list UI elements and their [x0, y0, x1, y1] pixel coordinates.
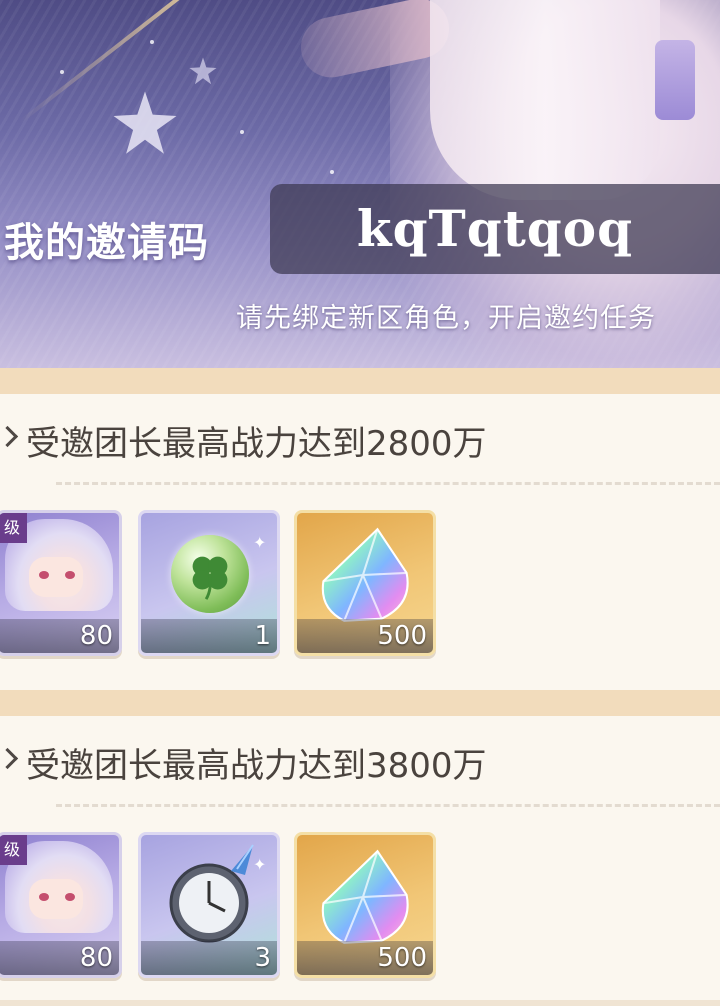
task-card: 受邀团长最高战力达到2800万 级 80 ✦ 1 500	[0, 368, 720, 704]
invite-code-label: 我的邀请码	[4, 220, 209, 266]
star-dot	[150, 40, 154, 44]
reward-item-watch[interactable]: ✦ 3	[138, 832, 280, 978]
reward-list: 级 80 ✦ 3 500	[0, 832, 720, 978]
star-icon	[113, 91, 177, 154]
reward-quantity: 3	[254, 943, 271, 973]
reward-quantity: 80	[79, 621, 113, 651]
character-face	[29, 879, 83, 919]
reward-list: 级 80 ✦ 1 500	[0, 510, 720, 656]
character-eye	[39, 571, 49, 579]
star-dot	[60, 70, 64, 74]
chevron-right-icon	[0, 747, 19, 770]
rainbow-crystal-icon	[321, 527, 409, 622]
reward-item-clover[interactable]: ✦ 1	[138, 510, 280, 656]
bind-role-hint: 请先绑定新区角色，开启邀约任务	[236, 303, 656, 334]
task-title-row: 受邀团长最高战力达到2800万	[0, 416, 720, 466]
small-star-icon	[189, 57, 217, 85]
character-art-strap	[655, 40, 695, 120]
rainbow-crystal-icon	[321, 849, 409, 944]
reward-quantity: 500	[377, 943, 427, 973]
invite-banner: 我的邀请码 kqTqtqoq 请先绑定新区角色，开启邀约任务	[0, 0, 720, 368]
chevron-right-icon	[0, 425, 19, 448]
character-eye	[65, 571, 75, 579]
reward-quantity: 1	[254, 621, 271, 651]
star-dot	[240, 130, 244, 134]
task-title-row: 受邀团长最高战力达到3800万	[0, 738, 720, 788]
character-eye	[65, 893, 75, 901]
divider	[56, 804, 720, 807]
clover-icon	[192, 556, 228, 600]
invite-code-box[interactable]: kqTqtqoq	[270, 184, 720, 274]
character-art-figure	[430, 0, 660, 200]
reward-quantity: 500	[377, 621, 427, 651]
pocket-watch-icon	[169, 844, 254, 943]
reward-item-character[interactable]: 级 80	[0, 510, 122, 656]
sparkle-icon: ✦	[253, 533, 267, 552]
divider	[56, 482, 720, 485]
task-title: 受邀团长最高战力达到2800万	[26, 424, 487, 464]
reward-quantity: 80	[79, 943, 113, 973]
character-face	[29, 557, 83, 597]
invite-code-value[interactable]: kqTqtqoq	[270, 184, 720, 274]
level-tag: 级	[0, 513, 27, 543]
reward-item-character[interactable]: 级 80	[0, 832, 122, 978]
reward-item-crystal[interactable]: 500	[294, 832, 436, 978]
sparkle-icon: ✦	[253, 855, 267, 874]
character-eye	[39, 893, 49, 901]
star-dot	[330, 170, 334, 174]
task-title: 受邀团长最高战力达到3800万	[26, 746, 487, 786]
reward-item-crystal[interactable]: 500	[294, 510, 436, 656]
task-card: 受邀团长最高战力达到3800万 级 80 ✦ 3 500	[0, 690, 720, 1006]
level-tag: 级	[0, 835, 27, 865]
